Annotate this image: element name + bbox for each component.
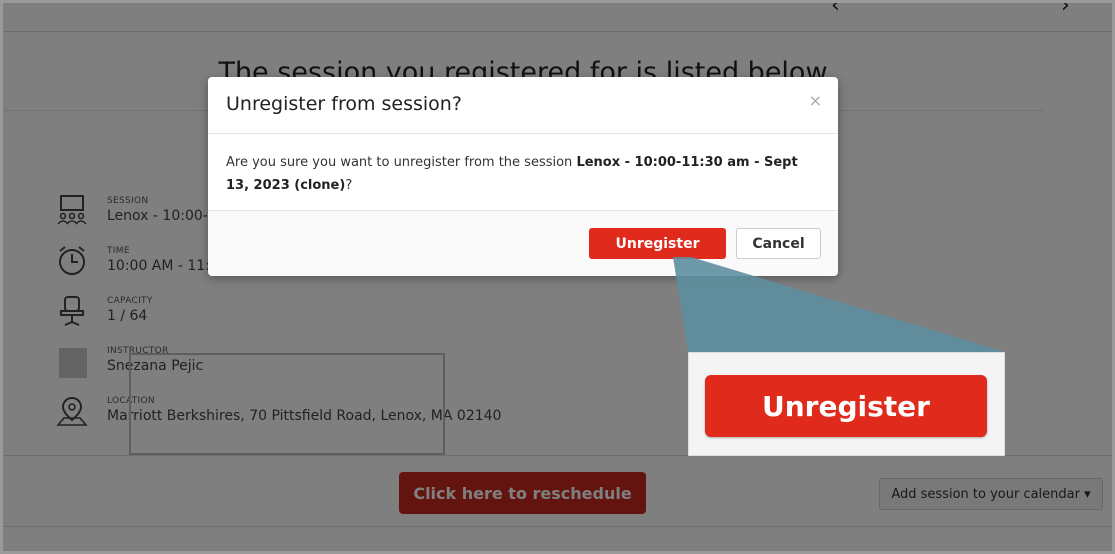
zoomed-unregister-button: Unregister bbox=[705, 375, 987, 437]
screenshot-frame: ‹ › The session you registered for is li… bbox=[0, 0, 1115, 554]
zoom-panel: Unregister bbox=[688, 352, 1005, 456]
zoom-callout bbox=[673, 257, 1005, 352]
